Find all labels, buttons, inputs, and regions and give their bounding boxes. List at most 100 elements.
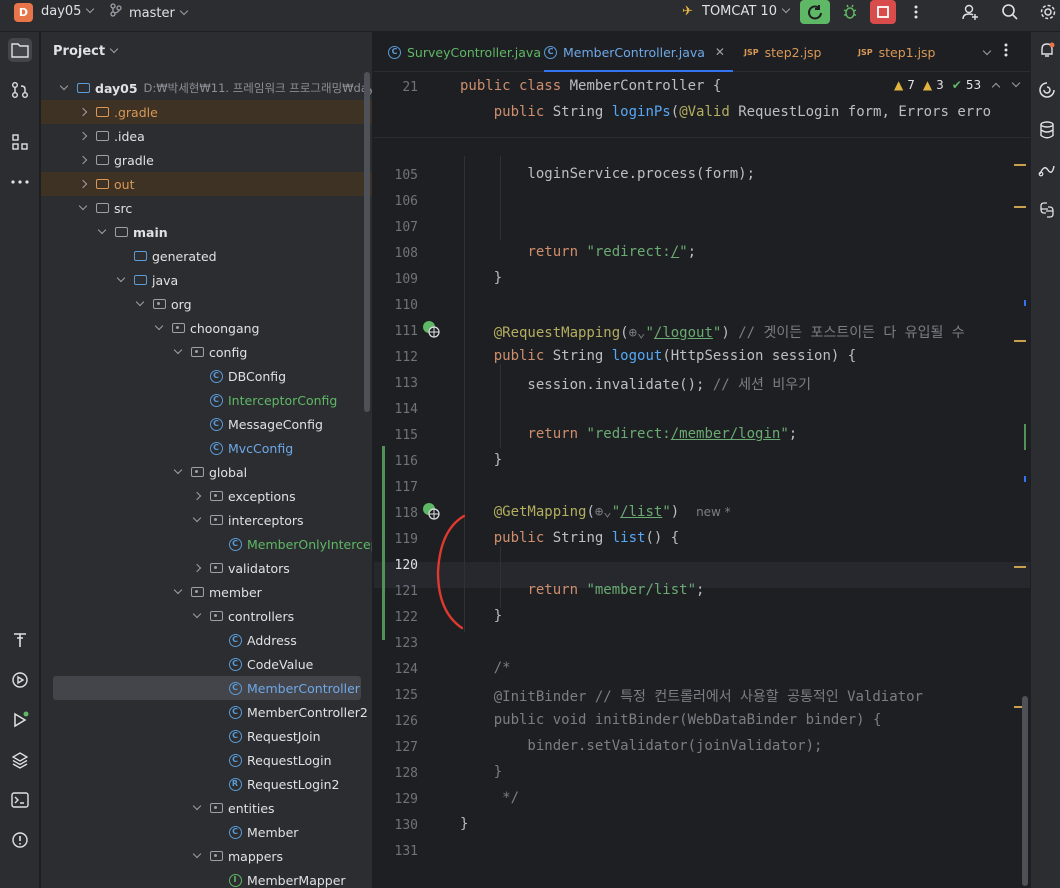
inspection-widget[interactable]: ▲ 7 ▲ 3 ✔ 53	[894, 78, 1021, 92]
tree-item[interactable]: exceptions	[41, 484, 372, 508]
code-line[interactable]: return "redirect:/";	[460, 244, 696, 260]
chevron-right-icon[interactable]	[78, 131, 88, 141]
project-tool-button[interactable]	[8, 38, 32, 62]
chevron-down-icon[interactable]	[192, 849, 202, 861]
tabs-dropdown-button[interactable]	[978, 46, 992, 61]
editor-tab[interactable]: C SurveyController.java	[388, 32, 549, 72]
error-stripe-marker[interactable]	[1014, 566, 1026, 568]
code-line[interactable]: }	[460, 452, 502, 468]
change-stripe-marker[interactable]	[1024, 424, 1026, 450]
tree-item[interactable]: C RequestJoin	[41, 724, 372, 748]
settings-button[interactable]	[1036, 0, 1060, 24]
stop-button[interactable]	[870, 0, 896, 24]
code-line[interactable]: @GetMapping(⊕⌄"/list") new *	[460, 504, 731, 520]
tabs-more-button[interactable]	[1004, 42, 1008, 62]
chevron-down-icon[interactable]	[192, 801, 202, 813]
search-button[interactable]	[998, 0, 1022, 24]
tree-item[interactable]: member	[41, 580, 372, 604]
chevron-down-icon[interactable]	[59, 81, 69, 93]
tree-item[interactable]: config	[41, 340, 372, 364]
change-stripe-marker[interactable]	[1024, 300, 1026, 306]
tree-item[interactable]: I MemberMapper	[41, 868, 372, 888]
terminal-tool-button[interactable]	[8, 788, 32, 812]
layers-tool-button[interactable]	[8, 748, 32, 772]
problems-tool-button[interactable]	[8, 828, 32, 852]
chevron-down-icon[interactable]	[192, 513, 202, 525]
code-line[interactable]: @RequestMapping(⊕⌄"/logout") // 겟이든 포스트이…	[460, 322, 965, 342]
more-tools-button[interactable]	[8, 170, 32, 194]
chevron-right-icon[interactable]	[192, 563, 202, 573]
tree-item[interactable]: day05 D:₩박세현₩11. 프레임워크 프로그래밍₩day05	[41, 76, 372, 100]
tree-item[interactable]: global	[41, 460, 372, 484]
tree-item[interactable]: C MvcConfig	[41, 436, 372, 460]
project-panel-header[interactable]: Project	[41, 32, 372, 72]
run-tool-button[interactable]	[8, 708, 32, 732]
commit-tool-button[interactable]	[8, 78, 32, 102]
editor-tab[interactable]: JSP step2.jsp	[744, 32, 830, 72]
more-actions-button[interactable]	[906, 0, 926, 24]
close-icon[interactable]: ✕	[715, 45, 725, 59]
tree-item[interactable]: controllers	[41, 604, 372, 628]
tree-item[interactable]: C MemberOnlyInterceptor	[41, 532, 372, 556]
tree-item[interactable]: C CodeValue	[41, 652, 372, 676]
structure-tool-button[interactable]	[8, 130, 32, 154]
add-user-button[interactable]	[958, 0, 982, 24]
chevron-up-icon[interactable]	[991, 82, 1001, 92]
chevron-down-icon[interactable]	[154, 321, 164, 333]
project-scrollbar[interactable]	[364, 72, 370, 412]
tree-item[interactable]: validators	[41, 556, 372, 580]
tree-item[interactable]: C RequestLogin	[41, 748, 372, 772]
chevron-down-icon[interactable]	[192, 609, 202, 621]
tree-item[interactable]: mappers	[41, 844, 372, 868]
tree-item[interactable]: .idea	[41, 124, 372, 148]
code-editor[interactable]: 105 loginService.process(form); 106 107 108…	[374, 72, 1030, 888]
run-config-selector[interactable]: ✈ TOMCAT 10	[682, 3, 791, 21]
notifications-button[interactable]	[1037, 40, 1057, 60]
chevron-down-icon[interactable]	[97, 225, 107, 237]
editor-scrollbar[interactable]	[1022, 696, 1028, 886]
project-switcher[interactable]: day05	[41, 3, 95, 21]
chevron-right-icon[interactable]	[192, 491, 202, 501]
tree-item[interactable]: C Member	[41, 820, 372, 844]
chevron-down-icon[interactable]	[173, 465, 183, 477]
error-stripe-marker[interactable]	[1014, 340, 1026, 342]
code-line[interactable]: session.invalidate(); // 세션 비우기	[460, 374, 811, 394]
tree-item[interactable]: R RequestLogin2	[41, 772, 372, 796]
tree-item[interactable]: main	[41, 220, 372, 244]
endpoints-button[interactable]	[1037, 160, 1057, 180]
tree-item[interactable]: generated	[41, 244, 372, 268]
chevron-down-icon[interactable]	[135, 297, 145, 309]
code-line[interactable]: public String logout(HttpSession session…	[460, 348, 856, 364]
code-line[interactable]: }	[460, 764, 502, 780]
chevron-down-icon[interactable]	[173, 345, 183, 357]
code-line[interactable]: /*	[460, 660, 511, 676]
editor-tab[interactable]: JSP step1.jsp	[858, 32, 944, 72]
tree-item[interactable]: src	[41, 196, 372, 220]
tree-item[interactable]: C Address	[41, 628, 372, 652]
debug-button[interactable]	[838, 0, 862, 24]
chevron-right-icon[interactable]	[78, 179, 88, 189]
code-line[interactable]: loginService.process(form);	[460, 166, 755, 182]
code-line[interactable]: */	[460, 790, 519, 806]
code-line[interactable]: return "member/list";	[460, 582, 704, 598]
chevron-down-icon[interactable]	[1011, 78, 1021, 88]
code-line[interactable]: public void initBinder(WebDataBinder bin…	[460, 712, 882, 728]
tree-item[interactable]: choongang	[41, 316, 372, 340]
chevron-down-icon[interactable]	[116, 273, 126, 285]
branch-switcher[interactable]: master	[110, 3, 189, 23]
sticky-code-line[interactable]: public String loginPs(@Valid RequestLogi…	[460, 104, 991, 120]
tree-item[interactable]: C MessageConfig	[41, 412, 372, 436]
tree-item[interactable]: out	[41, 172, 372, 196]
code-line[interactable]: }	[460, 270, 502, 286]
code-line[interactable]: return "redirect:/member/login";	[460, 426, 797, 442]
tree-item[interactable]: interceptors	[41, 508, 372, 532]
ai-assistant-button[interactable]	[1037, 80, 1057, 100]
chevron-down-icon[interactable]	[78, 201, 88, 213]
python-console-button[interactable]	[1037, 200, 1057, 220]
change-stripe-marker[interactable]	[1024, 476, 1026, 482]
services-tool-button[interactable]	[8, 668, 32, 692]
tree-item[interactable]: .gradle	[41, 100, 372, 124]
code-line[interactable]: @InitBinder // 특정 컨트롤러에서 사용할 공통적인 Valdia…	[460, 686, 923, 706]
tree-item[interactable]: org	[41, 292, 372, 316]
database-button[interactable]	[1037, 120, 1057, 140]
